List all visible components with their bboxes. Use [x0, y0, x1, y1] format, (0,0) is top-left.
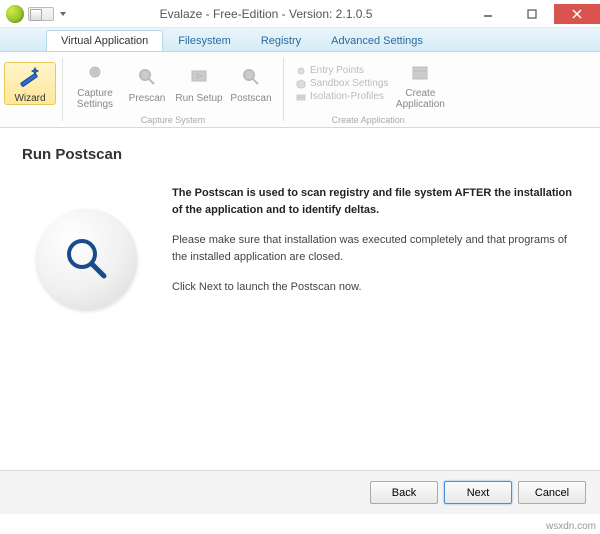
- titlebar: Evalaze - Free-Edition - Version: 2.1.0.…: [0, 0, 600, 28]
- next-button[interactable]: Next: [444, 481, 512, 504]
- magnifier-icon: [237, 63, 265, 91]
- ribbon-label: Create Application: [394, 88, 446, 110]
- tab-strip: Virtual Application Filesystem Registry …: [0, 28, 600, 52]
- minimize-button[interactable]: [466, 4, 510, 24]
- ribbon-label: Capture Settings: [69, 88, 121, 110]
- package-icon: [406, 58, 434, 86]
- maximize-button[interactable]: [510, 4, 554, 24]
- quick-access-toggle[interactable]: [28, 7, 54, 21]
- cancel-button[interactable]: Cancel: [518, 481, 586, 504]
- ribbon-run-setup-button[interactable]: Run Setup: [173, 63, 225, 104]
- ribbon-group-label: Capture System: [65, 115, 281, 127]
- back-button[interactable]: Back: [370, 481, 438, 504]
- tab-registry[interactable]: Registry: [246, 30, 316, 51]
- content-illustration: [22, 185, 152, 310]
- ribbon-create-application-button[interactable]: Create Application: [394, 58, 446, 110]
- ribbon-group-label: Create Application: [286, 115, 450, 127]
- ribbon-group-wizard: Wizard: [0, 52, 60, 127]
- ribbon-separator: [62, 58, 63, 121]
- tab-virtual-application[interactable]: Virtual Application: [46, 30, 163, 51]
- ribbon-wizard-label: Wizard: [14, 93, 45, 104]
- ribbon-postscan-button[interactable]: Postscan: [225, 63, 277, 104]
- ribbon-group-create-application: Entry Points Sandbox Settings Isolation-…: [286, 52, 450, 127]
- ribbon-label: Run Setup: [175, 93, 222, 104]
- wand-icon: [16, 63, 44, 91]
- ribbon-label: Postscan: [230, 93, 271, 104]
- page-title: Run Postscan: [22, 146, 578, 163]
- content-area: Run Postscan The Postscan is used to sca…: [0, 128, 600, 470]
- run-icon: [185, 63, 213, 91]
- magnifier-icon: [133, 63, 161, 91]
- window-title: Evalaze - Free-Edition - Version: 2.1.0.…: [66, 7, 466, 21]
- ribbon-group-label: [0, 115, 60, 127]
- ribbon-group-capture-system: Capture Settings Prescan Run Setup Posts…: [65, 52, 281, 127]
- app-icon: [6, 5, 24, 23]
- ribbon-prescan-button[interactable]: Prescan: [121, 63, 173, 104]
- ribbon-separator: [283, 58, 284, 121]
- ribbon-isolation-profiles[interactable]: Isolation-Profiles: [296, 90, 388, 103]
- tab-advanced-settings[interactable]: Advanced Settings: [316, 30, 438, 51]
- intro-paragraph: The Postscan is used to scan registry an…: [172, 185, 578, 218]
- tab-filesystem[interactable]: Filesystem: [163, 30, 246, 51]
- ribbon-label: Prescan: [129, 93, 166, 104]
- content-text: The Postscan is used to scan registry an…: [172, 185, 578, 310]
- magnifier-large-icon: [60, 232, 114, 286]
- ribbon-wizard-button[interactable]: Wizard: [4, 62, 56, 105]
- close-button[interactable]: [554, 4, 600, 24]
- gear-icon: [81, 58, 109, 86]
- paragraph-3: Click Next to launch the Postscan now.: [172, 279, 578, 296]
- watermark: wsxdn.com: [546, 521, 596, 532]
- paragraph-2: Please make sure that installation was e…: [172, 232, 578, 265]
- ribbon-sandbox-settings[interactable]: Sandbox Settings: [296, 77, 388, 90]
- ribbon: Wizard Capture Settings Prescan Run Setu…: [0, 52, 600, 128]
- wizard-footer: Back Next Cancel: [0, 470, 600, 514]
- ribbon-entry-points[interactable]: Entry Points: [296, 64, 388, 77]
- ribbon-capture-settings-button[interactable]: Capture Settings: [69, 58, 121, 110]
